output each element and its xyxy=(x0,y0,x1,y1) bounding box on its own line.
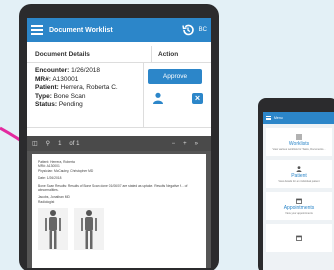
search-icon[interactable]: ⚲ xyxy=(46,140,50,147)
bone-scan-images xyxy=(38,208,200,251)
bone-scan-image xyxy=(38,208,68,251)
more-tools-button[interactable]: » xyxy=(195,141,198,147)
phone-header: Menu xyxy=(263,112,334,124)
encounter-label: Encounter: xyxy=(35,67,70,74)
close-icon[interactable]: × xyxy=(192,92,203,104)
status-label: Status: xyxy=(35,101,58,108)
page-title: Document Worklist xyxy=(49,26,113,34)
sidebar-toggle-icon[interactable]: ◫ xyxy=(32,140,38,147)
person-icon xyxy=(296,165,302,172)
column-header-action: Action xyxy=(151,46,211,62)
page-total: of 1 xyxy=(69,140,80,147)
type-value: Bone Scan xyxy=(53,92,86,100)
hamburger-menu-icon[interactable] xyxy=(31,25,43,35)
menu-card-appointments[interactable]: Appointments View your appointments xyxy=(266,192,332,220)
card-title: Patient xyxy=(291,172,307,179)
scene: Document Worklist BC Document Details Ac… xyxy=(0,0,334,270)
pdf-line: Radiologist xyxy=(38,199,55,204)
table-header: Document Details Action xyxy=(27,46,211,63)
tablet-device: Document Worklist BC Document Details Ac… xyxy=(19,4,219,270)
page-number-input[interactable]: 1 xyxy=(58,141,61,147)
type-label: Type: xyxy=(35,92,52,100)
tablet-screen: Document Worklist BC Document Details Ac… xyxy=(27,18,211,268)
calendar-icon xyxy=(296,235,302,241)
card-subtitle: View your appointments xyxy=(285,211,313,215)
table-row: Encounter: 1/26/2018 MR#: A130001 Patien… xyxy=(27,63,211,128)
status-value: Pending xyxy=(58,101,83,108)
patient-value: Herrera, Roberta C. xyxy=(60,84,118,91)
pdf-page: Patient: Herrera, Roberta MR#: A130001 P… xyxy=(32,154,206,268)
card-title: Appointments xyxy=(283,204,315,211)
bone-scan-image xyxy=(74,208,104,251)
encounter-value: 1/26/2018 xyxy=(71,67,101,74)
zoom-in-button[interactable]: + xyxy=(183,141,187,147)
mrn-value: A130001 xyxy=(52,75,79,83)
phone-device: Menu Worklists View various worklists fo… xyxy=(258,98,334,270)
pdf-line: Bone Scan Results: Results of Bone Scan … xyxy=(38,183,188,193)
document-details: Encounter: 1/26/2018 MR#: A130001 Patien… xyxy=(27,63,143,127)
menu-card-worklists[interactable]: Worklists View various worklists for Tas… xyxy=(266,128,332,156)
action-icons: × xyxy=(148,92,207,104)
user-initials[interactable]: BC xyxy=(199,27,207,33)
mrn-label: MR#: xyxy=(35,75,51,83)
history-icon[interactable] xyxy=(181,23,195,37)
card-subtitle: View various worklists for Tasks, Docume… xyxy=(272,147,326,151)
card-title: Worklists xyxy=(288,140,310,147)
list-icon xyxy=(296,134,302,139)
menu-card-patient[interactable]: Patient View details for an individual p… xyxy=(266,160,332,188)
menu-card-calendar[interactable] xyxy=(266,224,332,252)
phone-screen: Menu Worklists View various worklists fo… xyxy=(263,112,334,270)
pdf-toolbar: ◫ ⚲ 1 of 1 − + » xyxy=(27,136,211,151)
zoom-out-button[interactable]: − xyxy=(172,141,176,147)
patient-label: Patient: xyxy=(35,84,59,91)
action-cell: Approve × xyxy=(143,63,211,127)
calendar-icon xyxy=(296,198,302,204)
person-icon[interactable] xyxy=(152,92,164,104)
pdf-viewer[interactable]: Patient: Herrera, Roberta MR#: A130001 P… xyxy=(27,151,211,268)
card-subtitle: View details for an individual patient xyxy=(278,179,320,183)
hamburger-menu-icon[interactable] xyxy=(266,116,271,120)
app-header: Document Worklist BC xyxy=(27,18,211,42)
column-header-details: Document Details xyxy=(35,50,90,58)
approve-button[interactable]: Approve xyxy=(148,69,202,84)
phone-header-title: Menu xyxy=(274,116,283,120)
